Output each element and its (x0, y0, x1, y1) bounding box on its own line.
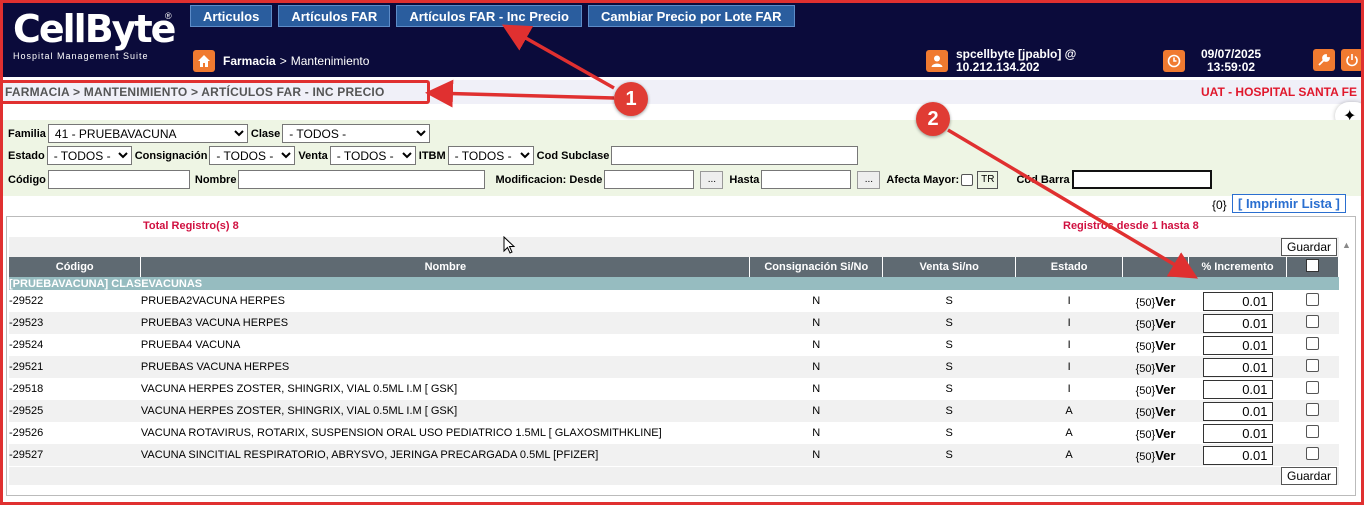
annotation-badge-2: 2 (916, 102, 950, 136)
annotation-arrows (425, 24, 1199, 279)
annotation-badge-1: 1 (614, 82, 648, 116)
mouse-cursor-icon (503, 236, 516, 254)
arrow-to-incremento (947, 128, 1199, 279)
arrow-to-tab (501, 24, 615, 90)
arrow-to-breadcrumb (425, 79, 615, 108)
